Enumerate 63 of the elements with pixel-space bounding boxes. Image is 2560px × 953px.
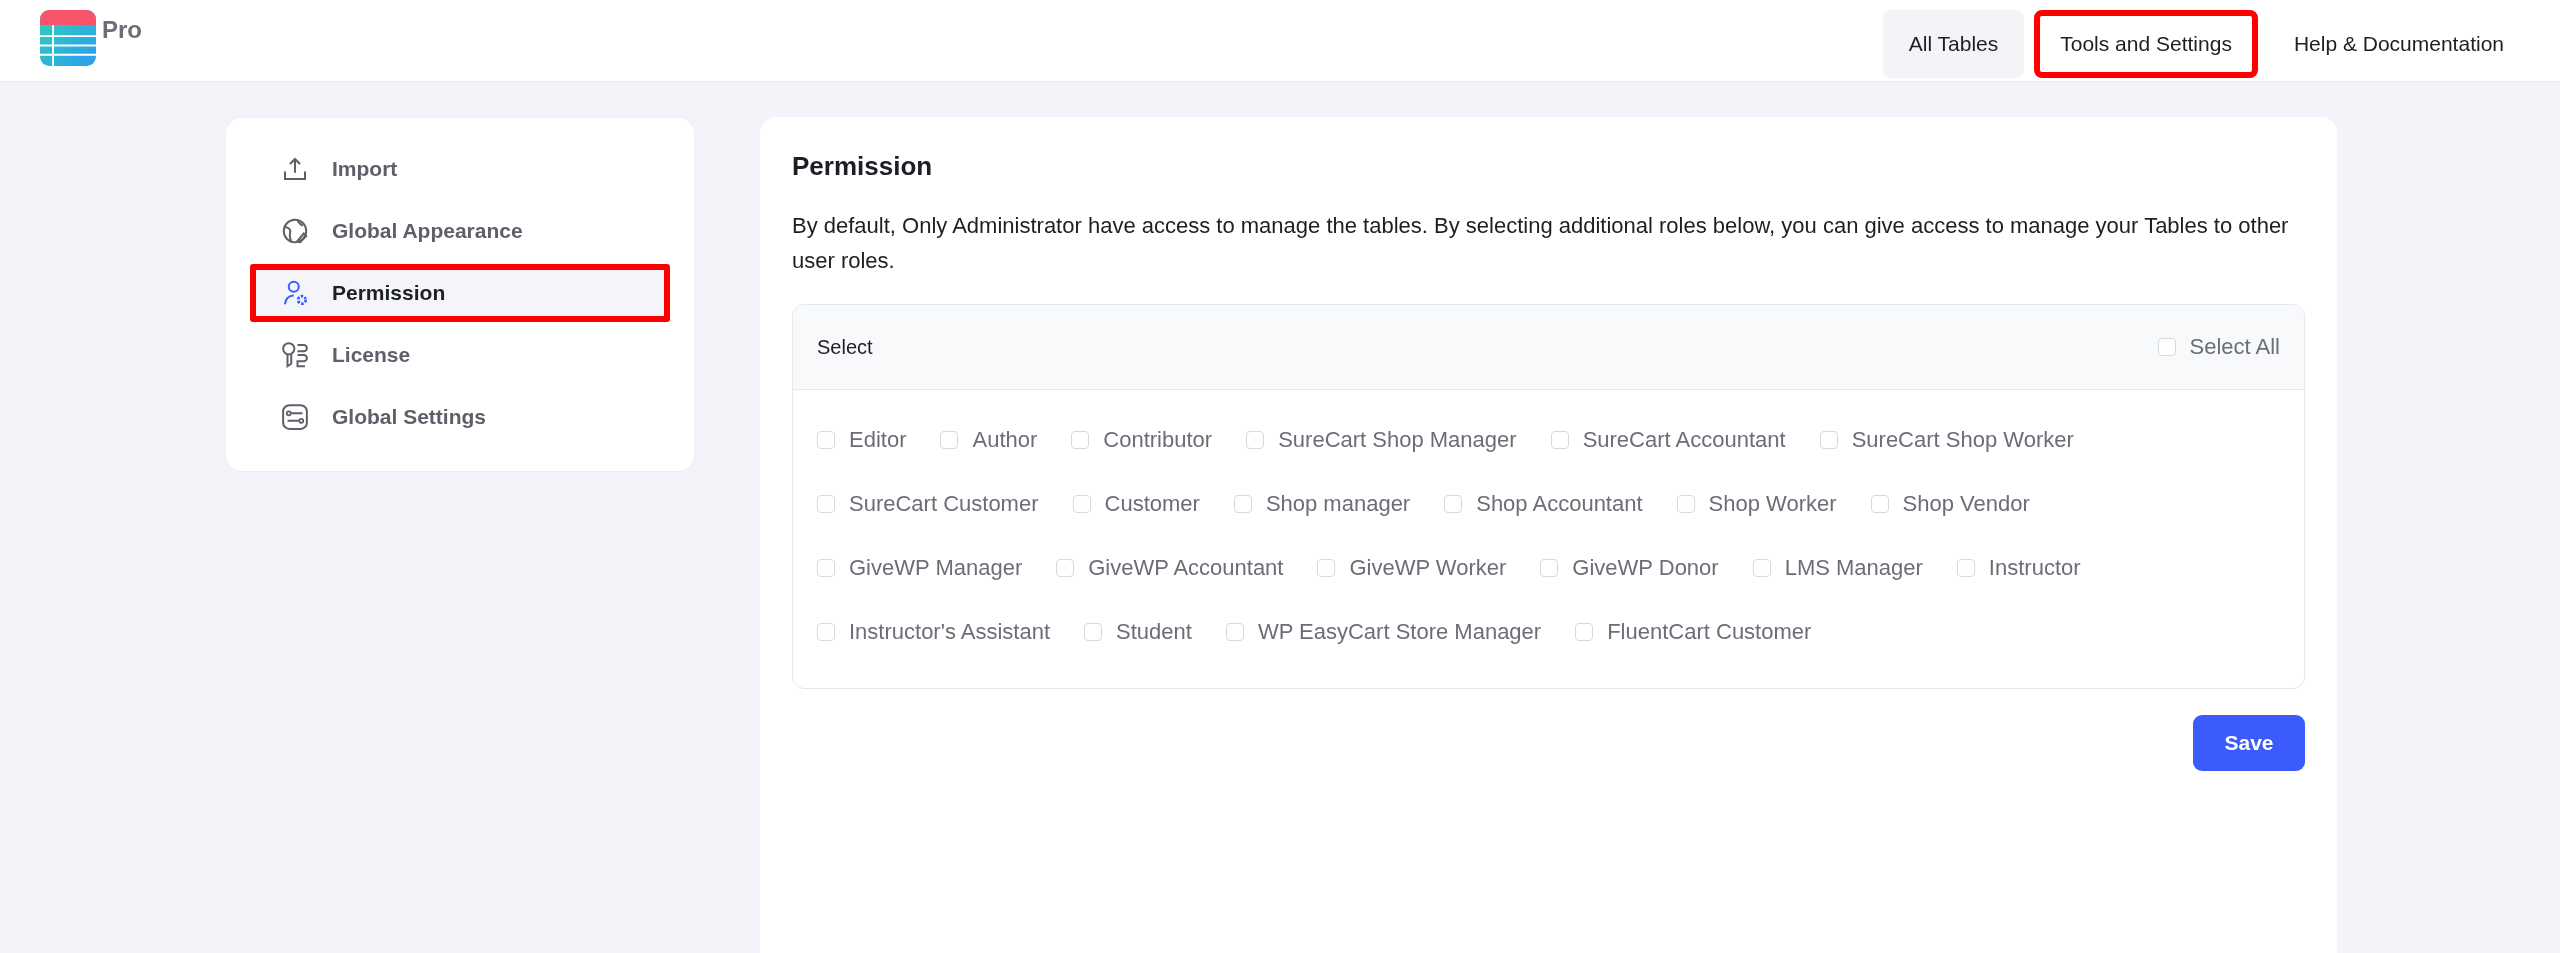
checkbox-label: Contributor [1103,427,1213,453]
logo-text: Pro [102,15,142,44]
key-icon [280,340,310,370]
section-title: Permission [792,151,934,182]
checkbox-label: LMS Manager [1784,555,1923,581]
checkbox-label: Shop Worker [1708,491,1837,517]
checkbox-label: GiveWP Accountant [1088,555,1284,581]
checkbox[interactable] [817,559,835,577]
checkbox[interactable] [940,431,959,449]
checkbox[interactable] [1056,559,1075,577]
checkbox-label: Instructor's Assistant [849,619,1051,645]
checkbox-label: GiveWP Worker [1349,555,1507,581]
checkbox[interactable] [817,495,835,513]
checkbox[interactable] [1540,559,1559,577]
checkbox[interactable] [1084,623,1103,641]
checkbox[interactable] [1870,495,1889,513]
checkbox-label: Select All [2189,334,2280,360]
checkbox[interactable] [1072,495,1091,513]
nav-link[interactable]: Tools and Settings [2034,10,2258,78]
checkbox[interactable] [2157,338,2176,356]
checkbox-label: SureCart Shop Worker [1851,427,2074,453]
checkbox-label: SureCart Shop Manager [1278,427,1517,453]
sidebar-item[interactable]: Import [250,140,670,198]
sliders-icon [280,402,310,432]
table-logo-icon [40,10,96,66]
sidebar-item[interactable]: License [250,326,670,384]
description-text: By default, Only Administrator have access to manage the tables. By selecting additional roles below, you can give access to manage your Tables to other user roles. [792,212,2290,275]
checkbox-label: GiveWP Manager [849,555,1023,581]
checkbox[interactable] [1819,431,1838,449]
checkbox-label: FluentCart Customer [1607,619,1812,645]
checkbox[interactable] [1071,431,1090,449]
checkbox-label: Shop manager [1265,491,1411,517]
checkbox[interactable] [1317,559,1336,577]
checkbox[interactable] [1956,559,1975,577]
checkbox[interactable] [1752,559,1771,577]
checkbox-label: SureCart Accountant [1582,427,1786,453]
checkbox-label: Shop Vendor [1902,491,2030,517]
checkbox-label: Customer [1104,491,1200,517]
checkbox-label: Student [1116,619,1192,645]
checkbox-label: Editor [849,427,907,453]
checkbox[interactable] [817,431,835,449]
sidebar-item[interactable]: Permission [250,264,670,322]
checkbox[interactable] [1225,623,1244,641]
checkbox[interactable] [1676,495,1695,513]
checkbox-label: GiveWP Donor [1572,555,1719,581]
save-button[interactable]: Save [2193,715,2305,771]
sidebar-item[interactable]: Global Appearance [250,202,670,260]
checkbox[interactable] [817,623,835,641]
select-label: Select [817,335,873,359]
checkbox[interactable] [1246,431,1265,449]
checkbox-label: SureCart Customer [849,491,1039,517]
nav-link[interactable]: All Tables [1882,10,2025,78]
checkbox[interactable] [1233,495,1252,513]
checkbox-label: Shop Accountant [1476,491,1643,517]
checkbox[interactable] [1575,623,1594,641]
checkbox-label: Author [972,427,1038,453]
checkbox-label: WP EasyCart Store Manager [1257,619,1542,645]
checkbox-label: Instructor [1988,555,2081,581]
checkbox[interactable] [1550,431,1569,449]
sidebar-item[interactable]: Global Settings [250,388,670,446]
globe-icon [280,216,310,246]
checkbox[interactable] [1444,495,1463,513]
nav-link[interactable]: Help & Documentation [2267,10,2530,78]
